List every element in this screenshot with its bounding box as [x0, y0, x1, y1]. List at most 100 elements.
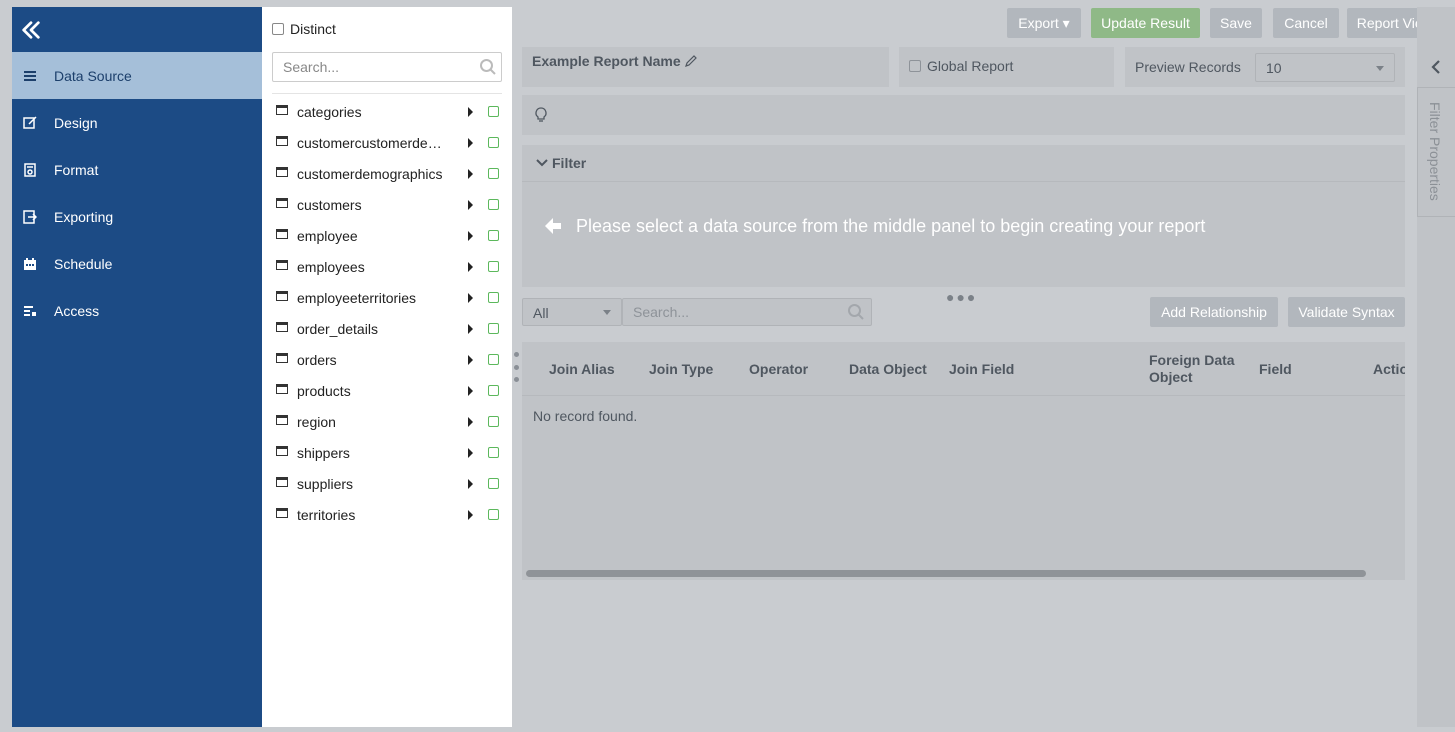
table-search-input[interactable]: [273, 53, 475, 81]
table-row[interactable]: categories: [262, 96, 512, 127]
expand-arrow-icon[interactable]: [468, 355, 473, 365]
nav-item-format[interactable]: Format: [12, 146, 262, 193]
column-header[interactable]: Join Type: [649, 342, 713, 396]
distinct-checkbox[interactable]: [272, 23, 284, 35]
save-button[interactable]: Save: [1210, 8, 1262, 38]
column-header[interactable]: Foreign Data Object: [1149, 342, 1244, 396]
table-select-checkbox[interactable]: [488, 323, 499, 334]
nav-item-schedule[interactable]: Schedule: [12, 240, 262, 287]
expand-arrow-icon[interactable]: [468, 417, 473, 427]
pencil-icon[interactable]: [684, 54, 698, 68]
expand-arrow-icon[interactable]: [468, 107, 473, 117]
expand-arrow-icon[interactable]: [468, 479, 473, 489]
nav-item-access[interactable]: Access: [12, 287, 262, 334]
search-icon[interactable]: [475, 58, 501, 76]
table-name: customerdemographics: [297, 166, 443, 182]
expand-arrow-icon[interactable]: [468, 231, 473, 241]
table-row[interactable]: territories: [262, 499, 512, 530]
grip-dot: [513, 364, 519, 370]
update-result-button[interactable]: Update Result: [1091, 8, 1200, 38]
data-source-panel: Distinct categories customercustomerdemo…: [262, 7, 512, 727]
table-select-checkbox[interactable]: [488, 416, 499, 427]
expand-arrow-icon[interactable]: [468, 200, 473, 210]
horizontal-scrollbar[interactable]: [526, 570, 1366, 577]
column-header[interactable]: Operator: [749, 342, 808, 396]
table-row[interactable]: customerdemographics: [262, 158, 512, 189]
table-row[interactable]: employees: [262, 251, 512, 282]
expand-arrow-icon[interactable]: [468, 386, 473, 396]
filter-properties-tab[interactable]: Filter Properties: [1427, 102, 1443, 201]
column-header[interactable]: Join Field: [949, 342, 1014, 396]
global-report-checkbox[interactable]: [909, 60, 921, 72]
table-row[interactable]: products: [262, 375, 512, 406]
table-select-checkbox[interactable]: [488, 385, 499, 396]
table-icon: [276, 136, 288, 146]
table-row[interactable]: employeeterritories: [262, 282, 512, 313]
column-header[interactable]: Data Object: [849, 342, 927, 396]
search-icon[interactable]: [841, 303, 871, 321]
expand-arrow-icon[interactable]: [468, 138, 473, 148]
add-relationship-button[interactable]: Add Relationship: [1150, 297, 1278, 327]
table-name: customercustomerdemo: [297, 135, 445, 151]
table-name: employees: [297, 259, 365, 275]
table-row[interactable]: order_details: [262, 313, 512, 344]
column-header[interactable]: Actio: [1373, 342, 1405, 396]
table-row[interactable]: region: [262, 406, 512, 437]
column-header[interactable]: Join Alias: [549, 342, 615, 396]
table-select-checkbox[interactable]: [488, 292, 499, 303]
table-name: orders: [297, 352, 337, 368]
distinct-option[interactable]: Distinct: [272, 21, 336, 37]
table-select-checkbox[interactable]: [488, 261, 499, 272]
column-header[interactable]: Field: [1259, 342, 1292, 396]
lightbulb-icon[interactable]: [534, 106, 548, 124]
table-row[interactable]: employee: [262, 220, 512, 251]
expand-arrow-icon[interactable]: [468, 262, 473, 272]
table-search-box: [272, 52, 502, 82]
expand-panel-button[interactable]: [1417, 47, 1455, 87]
table-select-checkbox[interactable]: [488, 137, 499, 148]
panel-resize-handle[interactable]: [513, 352, 519, 382]
expand-arrow-icon[interactable]: [468, 448, 473, 458]
table-select-checkbox[interactable]: [488, 447, 499, 458]
table-name: region: [297, 414, 336, 430]
table-row[interactable]: customercustomerdemo: [262, 127, 512, 158]
calendar-icon: [20, 256, 40, 272]
nav-item-data-source[interactable]: Data Source: [12, 52, 262, 99]
expand-arrow-icon[interactable]: [468, 324, 473, 334]
export-button[interactable]: Export ▾: [1007, 8, 1081, 38]
table-icon: [276, 198, 288, 208]
report-name-field[interactable]: Example Report Name: [522, 47, 889, 87]
table-select-checkbox[interactable]: [488, 199, 499, 210]
table-row[interactable]: shippers: [262, 437, 512, 468]
nav-item-design[interactable]: Design: [12, 99, 262, 146]
validate-syntax-button[interactable]: Validate Syntax: [1288, 297, 1405, 327]
table-select-checkbox[interactable]: [488, 168, 499, 179]
table-select-checkbox[interactable]: [488, 478, 499, 489]
filter-title: Filter: [552, 155, 587, 171]
cancel-button[interactable]: Cancel: [1273, 8, 1339, 38]
collapse-nav-button[interactable]: [12, 7, 262, 52]
global-report-option[interactable]: Global Report: [899, 47, 1114, 87]
table-select-checkbox[interactable]: [488, 354, 499, 365]
more-icon[interactable]: ●●●: [946, 289, 977, 305]
relationship-search-input[interactable]: [623, 304, 841, 320]
table-icon: [276, 508, 288, 518]
table-icon: [276, 229, 288, 239]
relationship-filter-select[interactable]: All: [522, 298, 622, 326]
table-select-checkbox[interactable]: [488, 230, 499, 241]
arrow-left-icon: [545, 218, 561, 234]
table-icon: [276, 477, 288, 487]
expand-arrow-icon[interactable]: [468, 169, 473, 179]
nav-item-label: Exporting: [54, 208, 114, 225]
table-row[interactable]: orders: [262, 344, 512, 375]
preview-records-select[interactable]: 10: [1255, 53, 1395, 82]
table-row[interactable]: suppliers: [262, 468, 512, 499]
grip-dot: [513, 352, 519, 357]
filter-header[interactable]: Filter: [522, 145, 1405, 182]
nav-item-exporting[interactable]: Exporting: [12, 193, 262, 240]
table-row[interactable]: customers: [262, 189, 512, 220]
table-select-checkbox[interactable]: [488, 106, 499, 117]
expand-arrow-icon[interactable]: [468, 510, 473, 520]
table-select-checkbox[interactable]: [488, 509, 499, 520]
expand-arrow-icon[interactable]: [468, 293, 473, 303]
